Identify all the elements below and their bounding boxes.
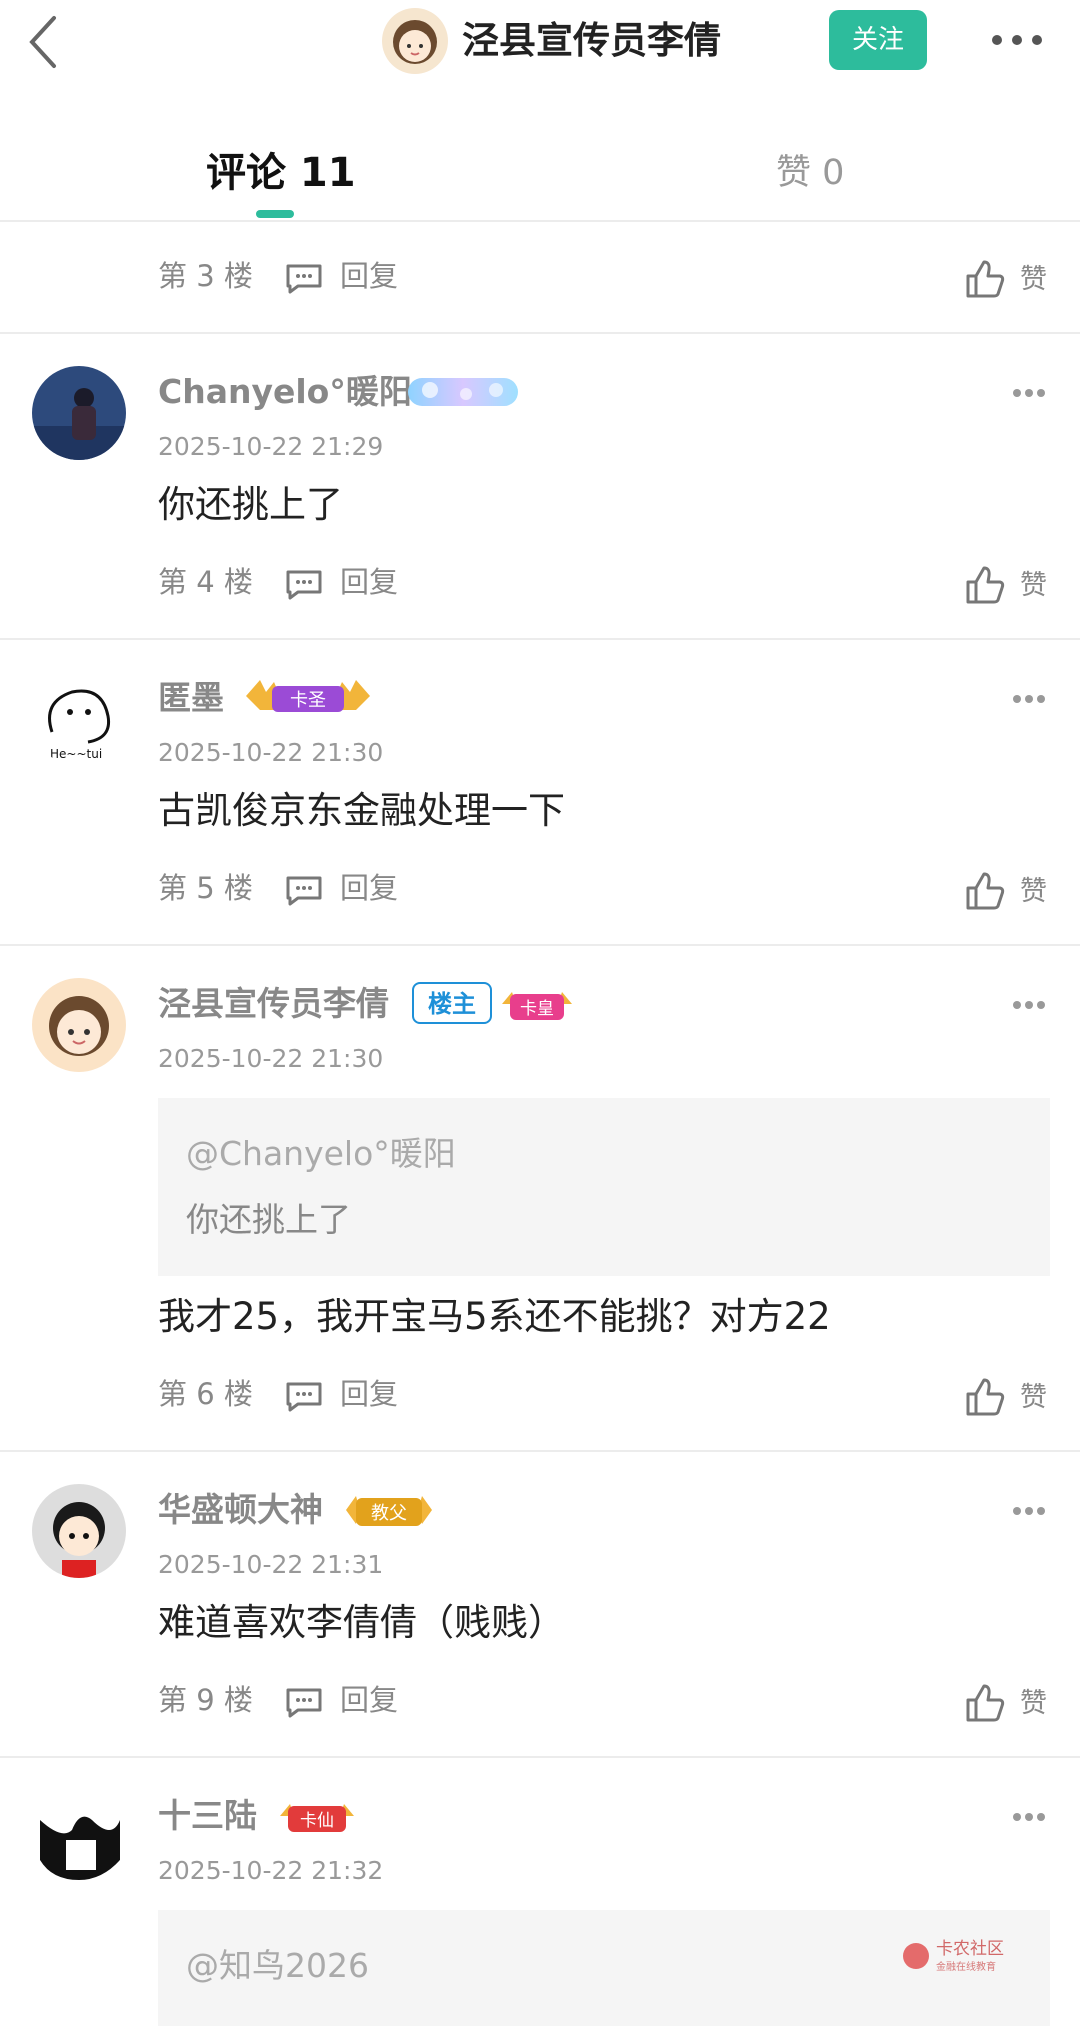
svg-text:He~~tui: He~~tui	[50, 747, 102, 761]
avatar[interactable]	[32, 1790, 126, 1884]
reply-icon[interactable]	[284, 1686, 324, 1718]
reply-button[interactable]: 回复	[340, 1374, 398, 1414]
reply-button[interactable]: 回复	[340, 868, 398, 908]
like-button[interactable]: 赞	[1020, 260, 1047, 300]
floor-number: 第 4 楼	[158, 565, 253, 599]
thumbs-up-icon[interactable]	[964, 870, 1006, 912]
timestamp: 2025-10-22 21:29	[158, 432, 384, 461]
reply-icon[interactable]	[284, 262, 324, 294]
comment-more-icon[interactable]	[1012, 1812, 1046, 1822]
comment-more-icon[interactable]	[1012, 1506, 1046, 1516]
rank-badge-label: 教父	[371, 1503, 407, 1524]
reply-icon[interactable]	[284, 874, 324, 906]
active-tab-indicator	[256, 210, 294, 218]
avatar[interactable]: He~~tui	[32, 672, 126, 766]
divider	[0, 638, 1080, 640]
quoted-username: @Chanyelo°暖阳	[186, 1134, 456, 1173]
tab-comments[interactable]: 评论 11	[206, 140, 356, 198]
timestamp: 2025-10-22 21:30	[158, 1044, 384, 1073]
comment-text: 古凯俊京东金融处理一下	[158, 789, 565, 832]
username[interactable]: Chanyelo°暖阳	[158, 370, 412, 414]
divider	[0, 1756, 1080, 1758]
like-button[interactable]: 赞	[1020, 872, 1047, 912]
comment-text: 你还挑上了	[158, 483, 343, 526]
timestamp: 2025-10-22 21:31	[158, 1550, 384, 1579]
comment-more-icon[interactable]	[1012, 388, 1046, 398]
avatar[interactable]	[32, 366, 126, 460]
watermark-sub: 金融在线教育	[936, 1960, 996, 1973]
username[interactable]: 华盛顿大神	[158, 1488, 323, 1532]
avatar[interactable]	[32, 1484, 126, 1578]
more-options-icon[interactable]	[990, 28, 1044, 52]
rank-badge: 卡圣	[240, 676, 376, 716]
watermark-logo: 卡农社区 金融在线教育	[900, 1936, 1020, 1976]
divider	[0, 332, 1080, 334]
rank-badge-label: 卡圣	[290, 690, 326, 711]
thumbs-up-icon[interactable]	[964, 1376, 1006, 1418]
quoted-username: @知鸟2026	[186, 1946, 369, 1985]
vip-badge	[406, 372, 520, 412]
username[interactable]: 泾县宣传员李倩	[158, 982, 389, 1026]
reply-button[interactable]: 回复	[340, 562, 398, 602]
username[interactable]: 十三陆	[158, 1794, 257, 1838]
reply-icon[interactable]	[284, 1380, 324, 1412]
quoted-text: 你还挑上了	[186, 1200, 351, 1239]
watermark-name: 卡农社区	[936, 1939, 1004, 1959]
floor-number: 第 5 楼	[158, 871, 253, 905]
quoted-comment[interactable]: @Chanyelo°暖阳 你还挑上了	[158, 1098, 1050, 1276]
timestamp: 2025-10-22 21:30	[158, 738, 384, 767]
reply-button[interactable]: 回复	[340, 1680, 398, 1720]
username[interactable]: 匿墨	[158, 676, 224, 720]
floor-number: 第 9 楼	[158, 1683, 253, 1717]
comment-more-icon[interactable]	[1012, 1000, 1046, 1010]
like-button[interactable]: 赞	[1020, 1378, 1047, 1418]
owner-tag: 楼主	[412, 982, 492, 1024]
rank-badge: 教父	[342, 1490, 436, 1530]
divider	[0, 1450, 1080, 1452]
floor-number: 第 6 楼	[158, 1377, 253, 1411]
rank-badge: 卡皇	[498, 984, 576, 1024]
divider	[0, 944, 1080, 946]
reply-button[interactable]: 回复	[340, 256, 398, 296]
avatar[interactable]	[32, 978, 126, 1072]
reply-icon[interactable]	[284, 568, 324, 600]
rank-badge-label: 卡皇	[520, 999, 554, 1019]
tab-likes[interactable]: 赞 0	[776, 144, 844, 195]
page-title: 泾县宣传员李倩	[462, 19, 721, 62]
tab-bar: 评论 11 赞 0	[0, 84, 1080, 222]
like-button[interactable]: 赞	[1020, 1684, 1047, 1724]
thumbs-up-icon[interactable]	[964, 1682, 1006, 1724]
thumbs-up-icon[interactable]	[964, 258, 1006, 300]
follow-button[interactable]: 关注	[829, 10, 927, 70]
rank-badge-label: 卡仙	[300, 1811, 334, 1831]
floor-number: 第 3 楼	[158, 259, 253, 293]
comment-text: 难道喜欢李倩倩（贱贱）	[158, 1601, 565, 1644]
comment-text: 我才25，我开宝马5系还不能挑？对方22	[158, 1295, 831, 1338]
like-button[interactable]: 赞	[1020, 566, 1047, 606]
back-chevron-icon[interactable]	[20, 12, 80, 72]
rank-badge: 卡仙	[276, 1796, 358, 1836]
thumbs-up-icon[interactable]	[964, 564, 1006, 606]
author-avatar[interactable]	[382, 8, 448, 74]
timestamp: 2025-10-22 21:32	[158, 1856, 384, 1885]
top-bar: 泾县宣传员李倩 关注	[0, 0, 1080, 84]
comment-more-icon[interactable]	[1012, 694, 1046, 704]
